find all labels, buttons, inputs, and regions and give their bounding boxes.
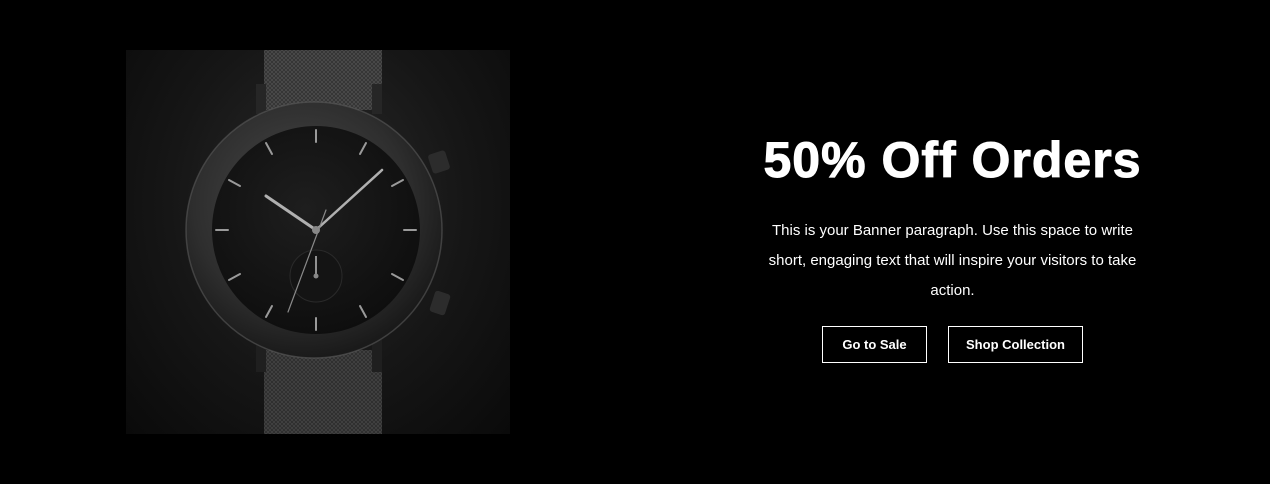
product-image	[126, 50, 510, 434]
promo-banner: 50% Off Orders This is your Banner parag…	[0, 0, 1270, 484]
shop-collection-button[interactable]: Shop Collection	[948, 326, 1083, 363]
banner-content: 50% Off Orders This is your Banner parag…	[700, 128, 1205, 363]
banner-paragraph: This is your Banner paragraph. Use this …	[768, 222, 1137, 299]
banner-actions: Go to Sale Shop Collection	[700, 326, 1205, 363]
wristwatch-icon	[185, 50, 451, 434]
banner-headline: 50% Off Orders	[763, 132, 1142, 189]
go-to-sale-button[interactable]: Go to Sale	[822, 326, 927, 363]
